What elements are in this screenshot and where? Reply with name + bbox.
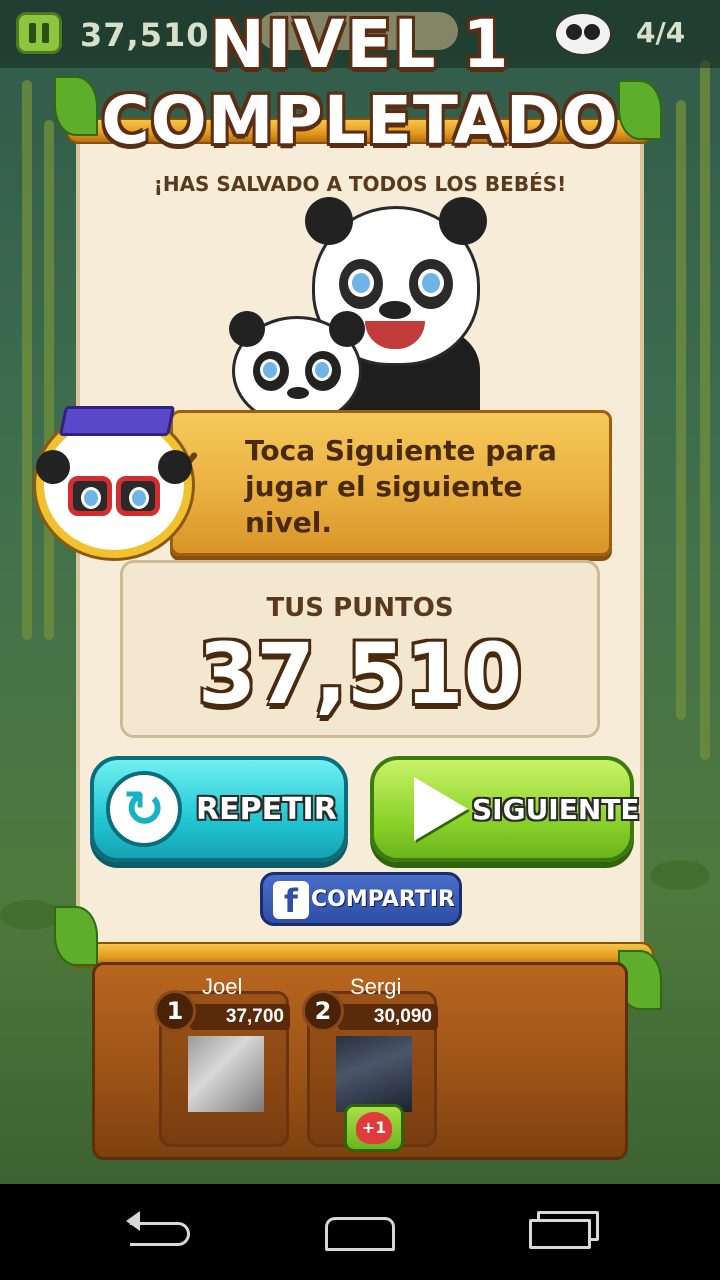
tutorial-message: Toca Siguiente para jugar el siguiente n…: [245, 434, 557, 539]
replay-icon: ↻: [106, 771, 182, 847]
home-icon: [325, 1217, 395, 1251]
player-name: Joel: [202, 974, 243, 999]
recent-apps-button[interactable]: [520, 1212, 600, 1256]
back-arrow-icon: [126, 1211, 190, 1246]
avatar: [188, 1036, 264, 1112]
player-score: 30,090: [338, 1004, 438, 1030]
friends-leaderboard: Joel 37,700 1 Sergi 30,090 2 +1: [92, 962, 628, 1160]
leaderboard-entry[interactable]: Joel 37,700 1: [154, 974, 290, 1147]
avatar: [336, 1036, 412, 1112]
player-name: Sergi: [350, 974, 402, 999]
share-button-label: COMPARTIR: [311, 886, 455, 912]
points-value: 37,510: [197, 625, 523, 723]
completed-title: COMPLETADO: [101, 82, 619, 159]
heart-icon: +1: [356, 1112, 392, 1144]
player-score: 37,700: [190, 1004, 290, 1030]
points-box: TUS PUNTOS 37,510: [120, 560, 600, 738]
leaderboard-entry[interactable]: Sergi 30,090 2 +1: [302, 974, 438, 1152]
next-button-label: SIGUIENTE: [472, 792, 640, 826]
bamboo-stalk: [700, 60, 710, 760]
recent-apps-icon: [529, 1219, 591, 1249]
facebook-icon: f: [273, 881, 309, 920]
points-label: TUS PUNTOS: [266, 593, 454, 623]
tutorial-banner: Toca Siguiente para jugar el siguiente n…: [170, 410, 612, 556]
next-button[interactable]: SIGUIENTE: [370, 756, 640, 862]
play-icon: [414, 777, 468, 841]
leaf-icon: [54, 906, 98, 966]
level-title: NIVEL 1: [209, 6, 511, 83]
leaf-decoration: [650, 860, 710, 890]
rank-badge: 2: [302, 990, 344, 1032]
share-button[interactable]: f COMPARTIR: [260, 872, 462, 926]
back-button[interactable]: [120, 1211, 200, 1256]
bamboo-stalk: [44, 120, 54, 640]
teacher-panda-avatar: [36, 406, 192, 558]
leaf-decoration: [0, 900, 60, 930]
repeat-button-label: REPETIR: [196, 791, 337, 827]
result-subtitle: ¡HAS SALVADO A TODOS LOS BEBÉS!: [153, 172, 567, 196]
repeat-button[interactable]: ↻ REPETIR: [90, 756, 348, 862]
send-life-button[interactable]: +1: [344, 1104, 404, 1152]
home-button[interactable]: [320, 1212, 400, 1256]
bamboo-stalk: [22, 80, 32, 640]
graduation-cap-icon: [58, 406, 176, 436]
system-navigation-bar: [0, 1184, 720, 1280]
rank-badge: 1: [154, 990, 196, 1032]
